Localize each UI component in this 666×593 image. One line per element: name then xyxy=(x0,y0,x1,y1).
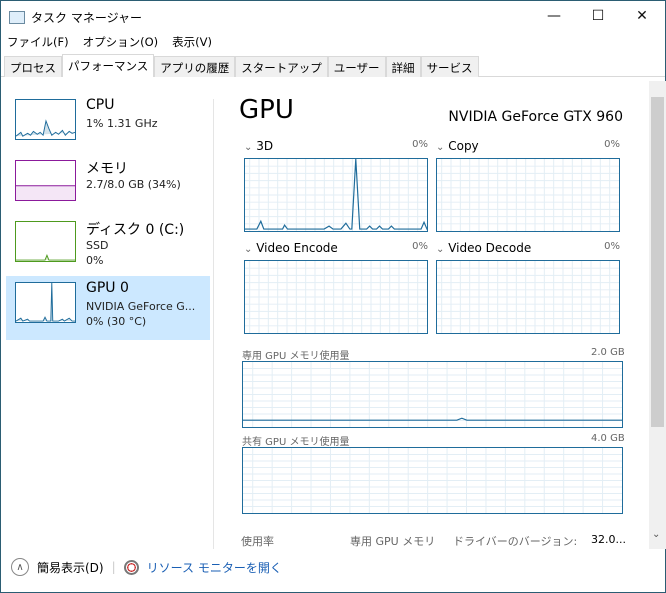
page-title: GPU xyxy=(239,95,294,125)
tab-1[interactable]: パフォーマンス xyxy=(62,54,155,77)
tab-bar: プロセス パフォーマンス アプリの履歴 スタートアップ ユーザー 詳細 サービス xyxy=(4,54,479,77)
item-name: GPU 0 xyxy=(86,280,129,296)
menu-options[interactable]: オプション(O) xyxy=(83,34,159,50)
tab-0[interactable]: プロセス xyxy=(4,56,62,77)
usage-line xyxy=(245,159,427,231)
footer: ∧ 簡易表示(D) | リソース モニターを開く xyxy=(11,558,282,576)
usage-sparkline xyxy=(15,282,75,322)
tab-3[interactable]: スタートアップ xyxy=(235,56,328,77)
engine-label[interactable]: ⌄ 3D xyxy=(244,139,273,153)
sidebar-item-gpu[interactable]: GPU 0 NVIDIA GeForce G... 0% (30 °C) xyxy=(6,276,210,340)
menu-view[interactable]: 表示(V) xyxy=(172,34,212,50)
engine-percent: 0% xyxy=(412,241,428,252)
title-bar: タスク マネージャー xyxy=(9,7,142,27)
chevron-down-icon[interactable]: ⌄ xyxy=(436,142,444,153)
simple-view-button[interactable]: 簡易表示(D) xyxy=(37,559,104,576)
engine-graph xyxy=(436,260,620,334)
usage-thumbnail xyxy=(15,99,76,140)
engine-label[interactable]: ⌄ Copy xyxy=(436,139,479,153)
item-name: メモリ xyxy=(86,161,128,177)
tab-4[interactable]: ユーザー xyxy=(327,56,386,77)
engine-header[interactable]: ⌄ 3D 0% xyxy=(244,139,428,153)
dedicated-stat-label: 専用 GPU メモリ xyxy=(350,535,436,548)
memory-line xyxy=(243,417,622,421)
dedicated-memory-label: 専用 GPU メモリ使用量 xyxy=(242,351,350,362)
shared-memory-max: 4.0 GB xyxy=(591,433,625,444)
sidebar-item-cpu[interactable]: CPU 1% 1.31 GHz xyxy=(6,93,210,157)
chevron-down-icon[interactable]: ⌄ xyxy=(244,244,252,255)
resource-monitor-icon xyxy=(123,559,139,575)
chevron-up-icon[interactable]: ∧ xyxy=(11,558,29,576)
close-button[interactable]: ✕ xyxy=(619,1,665,31)
gpu-model: NVIDIA GeForce GTX 960 xyxy=(448,109,623,125)
item-detail: 2.7/8.0 GB (34%) xyxy=(86,178,181,191)
engine-percent: 0% xyxy=(604,139,620,150)
engine-label[interactable]: ⌄ Video Decode xyxy=(436,241,531,255)
item-detail: NVIDIA GeForce G... xyxy=(86,300,196,313)
engine-graph xyxy=(436,158,620,232)
task-manager-window: タスク マネージャー — ☐ ✕ ファイル(F) オプション(O) 表示(V) … xyxy=(0,0,666,593)
usage-thumbnail xyxy=(15,221,76,262)
footer-separator: | xyxy=(111,560,116,574)
usage-label: 使用率 xyxy=(241,535,274,548)
dedicated-memory-max: 2.0 GB xyxy=(591,347,625,358)
usage-sparkline xyxy=(16,254,75,261)
engine-header[interactable]: ⌄ Video Encode 0% xyxy=(244,241,428,255)
usage-thumbnail xyxy=(15,282,76,323)
shared-memory-label: 共有 GPU メモリ使用量 xyxy=(242,437,350,448)
engine-graph xyxy=(244,260,428,334)
divider xyxy=(213,99,214,549)
chevron-down-icon[interactable]: ⌄ xyxy=(244,142,252,153)
engine-header[interactable]: ⌄ Video Decode 0% xyxy=(436,241,620,255)
engine-percent: 0% xyxy=(604,241,620,252)
dedicated-memory-graph xyxy=(242,361,623,428)
usage-thumbnail xyxy=(15,160,76,201)
engine-percent: 0% xyxy=(412,139,428,150)
engine-label[interactable]: ⌄ Video Encode xyxy=(244,241,338,255)
scroll-down-icon[interactable]: ⌄ xyxy=(652,529,660,540)
menu-file[interactable]: ファイル(F) xyxy=(7,34,69,50)
maximize-button[interactable]: ☐ xyxy=(575,1,621,31)
chevron-down-icon[interactable]: ⌄ xyxy=(436,244,444,255)
app-icon xyxy=(9,10,25,24)
item-name: ディスク 0 (C:) xyxy=(86,222,185,238)
item-detail-2: 0% xyxy=(86,254,104,267)
driver-version-label: ドライバーのバージョン: xyxy=(453,535,578,548)
item-name: CPU xyxy=(86,97,115,113)
sidebar-item-memory[interactable]: メモリ 2.7/8.0 GB (34%) xyxy=(6,154,210,218)
window-title: タスク マネージャー xyxy=(31,10,142,25)
tab-2[interactable]: アプリの履歴 xyxy=(154,56,236,77)
tab-6[interactable]: サービス xyxy=(420,56,479,77)
tab-5[interactable]: 詳細 xyxy=(385,56,421,77)
memory-fill xyxy=(16,185,75,200)
item-detail: 1% 1.31 GHz xyxy=(86,117,158,130)
menu-bar: ファイル(F) オプション(O) 表示(V) xyxy=(7,34,212,50)
item-detail: SSD xyxy=(86,239,109,252)
shared-memory-graph xyxy=(242,447,623,514)
resource-monitor-link[interactable]: リソース モニターを開く xyxy=(147,559,282,576)
driver-version-value: 32.0... xyxy=(591,533,626,546)
minimize-button[interactable]: — xyxy=(531,1,577,31)
engine-header[interactable]: ⌄ Copy 0% xyxy=(436,139,620,153)
usage-sparkline xyxy=(15,119,76,137)
scrollbar-thumb[interactable] xyxy=(651,97,664,427)
sidebar-item-disk[interactable]: ディスク 0 (C:) SSD 0% xyxy=(6,215,210,279)
item-detail-2: 0% (30 °C) xyxy=(86,315,147,328)
engine-graph xyxy=(244,158,428,232)
